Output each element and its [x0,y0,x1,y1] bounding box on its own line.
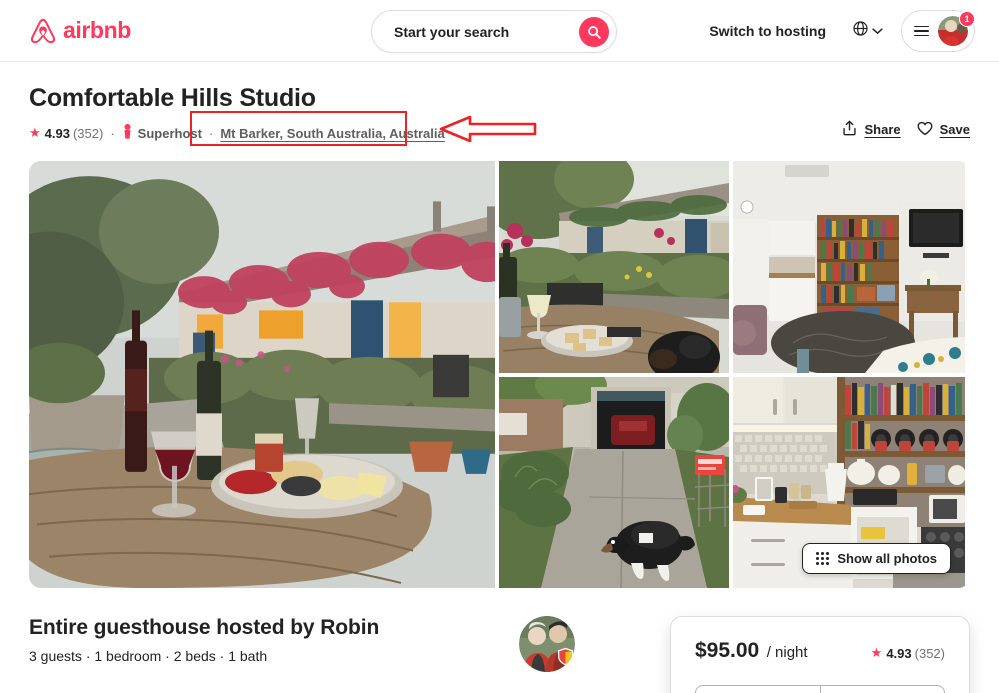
photo-gallery: Show all photos [29,161,970,588]
listing-bottom-section: Entire guesthouse hosted by Robin 3 gues… [29,616,970,693]
review-count: (352) [72,125,104,141]
globe-icon [852,20,869,42]
host-capacity-details: 3 guests · 1 bedroom · 2 beds · 1 bath [29,648,268,664]
airbnb-logo-icon [29,16,57,46]
star-icon: ★ [870,645,883,660]
user-menu-button[interactable]: 1 [901,10,975,52]
host-avatar[interactable] [519,616,575,672]
booking-column: $95.00 / night ★ 4.93 (352) CHECK-IN CHE… [599,616,970,693]
booking-review-count: (352) [914,645,945,661]
show-all-photos-label: Show all photos [837,551,937,566]
search-placeholder-text: Start your search [394,23,510,40]
airbnb-brand-text: airbnb [63,17,131,43]
search-input[interactable]: Start your search [371,10,617,53]
booking-card: $95.00 / night ★ 4.93 (352) CHECK-IN CHE… [670,616,970,693]
listing-subheader: ★ 4.93 (352) · Superhost · Mt Barker, So… [29,111,970,146]
price-unit: / night [766,644,808,661]
checkin-field[interactable]: CHECK-IN [696,686,820,693]
hamburger-menu-icon [914,25,929,37]
share-button[interactable]: Share [842,120,901,139]
host-section: Entire guesthouse hosted by Robin 3 gues… [29,616,599,693]
switch-to-hosting-button[interactable]: Switch to hosting [697,12,838,50]
superhost-badge: Superhost [122,124,202,142]
meta-separator-1: · [110,125,115,141]
save-label: Save [939,122,970,137]
search-icon[interactable] [579,16,609,47]
language-selector-button[interactable] [842,10,893,52]
photo-kitchen[interactable]: Show all photos [733,377,965,588]
booking-price-row: $95.00 / night ★ 4.93 (352) [695,639,945,663]
notification-badge: 1 [959,11,975,27]
heart-icon [917,121,933,139]
star-icon: ★ [29,125,41,140]
show-all-photos-button[interactable]: Show all photos [802,543,951,574]
superhost-medal-icon [122,124,133,142]
host-text-group: Entire guesthouse hosted by Robin 3 gues… [29,616,379,664]
meta-separator-2: · [208,125,214,141]
site-header: airbnb Start your search Switch to hosti… [0,0,999,62]
share-icon [842,120,857,139]
annotation-arrow-icon [439,113,537,145]
share-label: Share [864,122,901,137]
superhost-shield-icon [557,647,574,666]
price-amount: $95.00 [695,639,760,662]
photo-main-patio-garden[interactable] [29,161,495,588]
listing-location-link[interactable]: Mt Barker, South Australia, Australia [220,126,444,141]
photo-garden-dog[interactable] [499,161,729,373]
listing-meta-group: ★ 4.93 (352) · Superhost · Mt Barker, So… [29,124,445,142]
page-title: Comfortable Hills Studio [29,84,316,112]
grid-dots-icon [816,552,830,565]
checkout-field[interactable]: CHECKOUT [820,686,944,693]
rating-value: 4.93 [44,125,70,141]
listing-actions: Share Save [842,120,970,139]
host-title: Entire guesthouse hosted by Robin [29,616,380,639]
save-button[interactable]: Save [917,121,970,139]
listing-page-content: Comfortable Hills Studio ★ 4.93 (352) · … [0,84,999,693]
header-right-nav: Switch to hosting 1 [697,0,975,62]
superhost-label: Superhost [137,125,202,141]
photo-studio-interior[interactable] [733,161,965,373]
price-group: $95.00 / night [695,639,808,663]
booking-rating-value: 4.93 [886,645,912,661]
airbnb-logo[interactable]: airbnb [29,16,131,46]
chevron-down-icon [872,22,883,40]
host-header: Entire guesthouse hosted by Robin 3 gues… [29,616,599,672]
date-range-picker: CHECK-IN CHECKOUT [695,685,945,693]
photo-driveway-dog[interactable] [499,377,729,588]
booking-rating: ★ 4.93 (352) [871,645,945,661]
